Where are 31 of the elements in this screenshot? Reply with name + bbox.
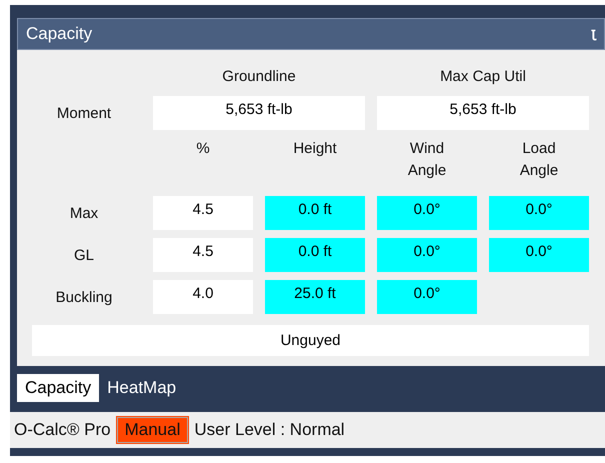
mode-indicator: Manual [116,417,188,443]
tab[interactable]: Capacity [17,374,100,402]
value-field: 0.0 ft [265,196,365,230]
column-header: Height [293,139,337,159]
pin-icon[interactable]: Ꙇ [591,24,596,44]
panel-title: Capacity [26,24,92,44]
value-field: 0.0° [377,238,477,272]
row-label: Moment [56,104,112,122]
value-field: 4.0 [153,280,253,314]
value-field: 5,653 ft-lb [377,96,589,130]
value-field: 0.0° [377,196,477,230]
value-field: 0.0° [489,238,589,272]
column-header: Load Angle [520,139,558,181]
value-field: 0.0° [377,280,477,314]
product-name: O-Calc® Pro [14,420,111,440]
column-header: Max Cap Util [440,67,526,87]
row-label: Buckling [56,288,112,306]
value-field: 4.5 [153,196,253,230]
row-label: GL [74,246,94,264]
tab[interactable]: HeatMap [99,374,184,402]
value-field: 0.0 ft [265,238,365,272]
column-header: Wind Angle [408,139,446,181]
guy-status-field: Unguyed [32,325,589,356]
value-field: 25.0 ft [265,280,365,314]
value-field: 4.5 [153,238,253,272]
value-field: 5,653 ft-lb [153,96,365,130]
value-field: 0.0° [489,196,589,230]
column-header: % [196,139,210,159]
column-header: Groundline [222,67,296,87]
user-level: User Level : Normal [194,420,345,440]
row-label: Max [70,204,98,222]
